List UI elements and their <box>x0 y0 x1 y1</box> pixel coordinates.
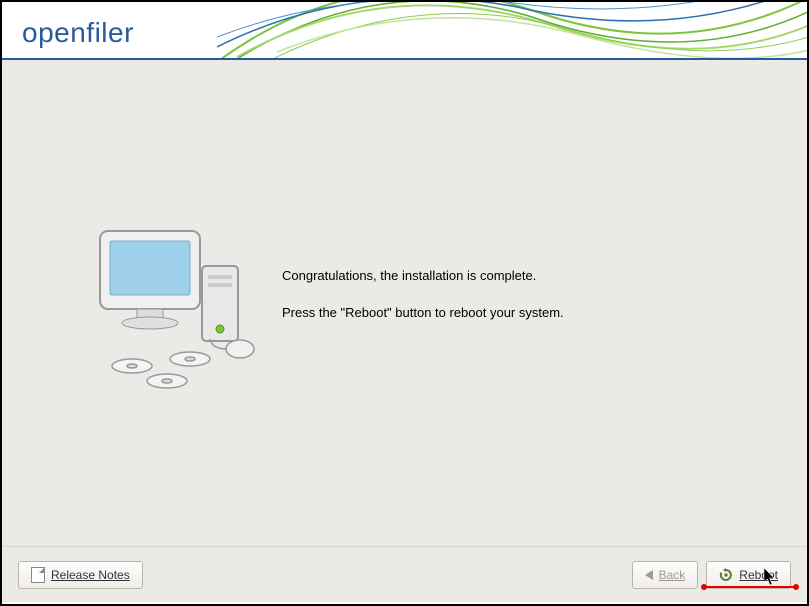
congrats-line2: Press the "Reboot" button to reboot your… <box>282 303 767 323</box>
release-notes-button[interactable]: Release Notes <box>18 561 143 589</box>
reboot-button[interactable]: Reboot <box>706 561 791 589</box>
annotation-line <box>704 586 796 588</box>
back-button: Back <box>632 561 699 589</box>
document-icon <box>31 567 45 583</box>
release-notes-label: Release Notes <box>51 568 130 582</box>
logo: openfiler <box>22 17 134 49</box>
reboot-icon <box>719 568 733 582</box>
computer-illustration <box>72 211 272 396</box>
message-column: Congratulations, the installation is com… <box>282 266 807 341</box>
illustration-column <box>2 211 282 396</box>
mouse-cursor <box>764 568 776 586</box>
congrats-line1: Congratulations, the installation is com… <box>282 266 767 286</box>
arrow-left-icon <box>645 570 653 580</box>
header-bar: openfiler <box>2 2 807 60</box>
footer-bar: Release Notes Back Reboot <box>2 546 807 602</box>
header-swirl <box>217 2 807 60</box>
content-area: Congratulations, the installation is com… <box>2 60 807 546</box>
back-label: Back <box>659 568 686 582</box>
